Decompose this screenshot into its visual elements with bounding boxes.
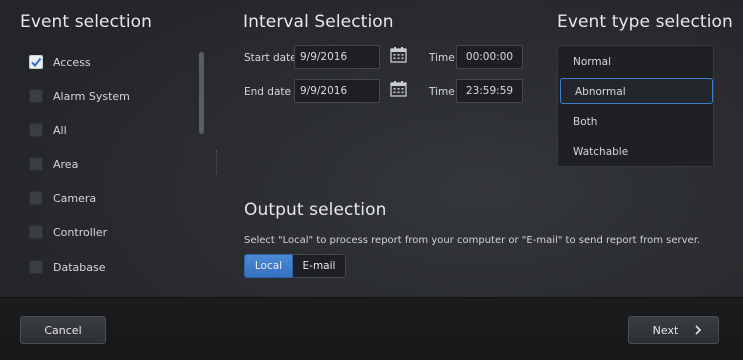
- cancel-button-label: Cancel: [44, 323, 82, 337]
- event-item-label: Database: [53, 260, 106, 274]
- output-email-toggle[interactable]: E-mail: [293, 254, 346, 278]
- event-item-all[interactable]: All: [29, 121, 67, 139]
- event-type-abnormal[interactable]: Abnormal: [560, 78, 713, 104]
- event-item-area[interactable]: Area: [29, 155, 78, 173]
- next-button[interactable]: Next: [628, 316, 719, 344]
- checkbox-checked[interactable]: [29, 55, 43, 69]
- checkbox[interactable]: [29, 89, 43, 103]
- cancel-button[interactable]: Cancel: [20, 316, 106, 344]
- event-item-controller[interactable]: Controller: [29, 223, 107, 241]
- start-date-label: Start date: [244, 52, 297, 64]
- output-description: Select "Local" to process report from yo…: [244, 235, 701, 246]
- checkmark-icon: [31, 57, 42, 68]
- next-button-label: Next: [652, 323, 679, 337]
- event-item-label: Alarm System: [53, 89, 130, 103]
- event-item-access[interactable]: Access: [29, 53, 91, 71]
- calendar-icon[interactable]: [390, 47, 407, 63]
- end-date-field[interactable]: 9/9/2016: [294, 79, 380, 103]
- report-wizard-panel: Event selection Access Alarm System All …: [0, 0, 743, 297]
- event-item-label: Camera: [53, 191, 97, 205]
- checkbox[interactable]: [29, 260, 43, 274]
- interval-selection-title: Interval Selection: [243, 12, 394, 32]
- checkbox[interactable]: [29, 225, 43, 239]
- event-item-label: All: [53, 123, 67, 137]
- event-item-label: Access: [53, 55, 91, 69]
- event-list-scrollbar[interactable]: [199, 52, 204, 134]
- calendar-icon[interactable]: [390, 81, 407, 97]
- start-time-field[interactable]: 00:00:00: [456, 45, 523, 69]
- checkbox[interactable]: [29, 157, 43, 171]
- event-item-label: Controller: [53, 225, 108, 239]
- panel-splitter[interactable]: [216, 150, 218, 174]
- event-item-camera[interactable]: Camera: [29, 189, 96, 207]
- start-time-label: Time: [429, 52, 455, 64]
- event-item-alarm-system[interactable]: Alarm System: [29, 87, 130, 105]
- output-selection-title: Output selection: [244, 200, 387, 220]
- event-type-normal[interactable]: Normal: [559, 49, 712, 75]
- checkbox[interactable]: [29, 123, 43, 137]
- end-time-field[interactable]: 23:59:59: [456, 79, 523, 103]
- event-item-database[interactable]: Database: [29, 258, 106, 276]
- end-time-label: Time: [429, 86, 455, 98]
- event-selection-title: Event selection: [20, 12, 153, 32]
- event-type-list: Normal Abnormal Both Watchable: [557, 45, 714, 167]
- event-type-both[interactable]: Both: [559, 109, 712, 135]
- end-date-label: End date: [244, 86, 291, 98]
- checkbox[interactable]: [29, 191, 43, 205]
- event-item-label: Area: [53, 157, 79, 171]
- event-type-watchable[interactable]: Watchable: [559, 139, 712, 165]
- event-type-selection-title: Event type selection: [557, 12, 733, 32]
- chevron-right-icon: [695, 325, 702, 335]
- start-date-field[interactable]: 9/9/2016: [294, 45, 380, 69]
- output-local-toggle[interactable]: Local: [244, 254, 293, 278]
